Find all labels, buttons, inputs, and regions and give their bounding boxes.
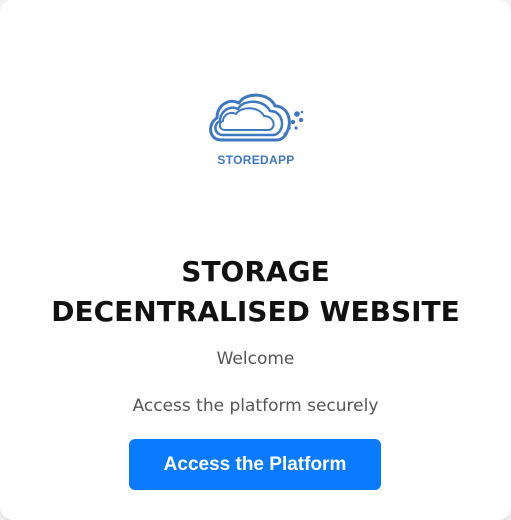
page-title: STORAGE DECENTRALISED WEBSITE bbox=[0, 252, 511, 332]
welcome-card: STOREDAPP STORAGE DECENTRALISED WEBSITE … bbox=[0, 0, 511, 520]
access-platform-button[interactable]: Access the Platform bbox=[129, 439, 381, 490]
brand-name: STOREDAPP bbox=[217, 153, 295, 167]
title-line-1: STORAGE bbox=[181, 255, 330, 288]
welcome-text: Welcome bbox=[216, 349, 295, 369]
cloud-icon bbox=[209, 93, 304, 142]
title-line-2: DECENTRALISED WEBSITE bbox=[51, 295, 460, 328]
subtitle-text: Access the platform securely bbox=[132, 396, 379, 416]
